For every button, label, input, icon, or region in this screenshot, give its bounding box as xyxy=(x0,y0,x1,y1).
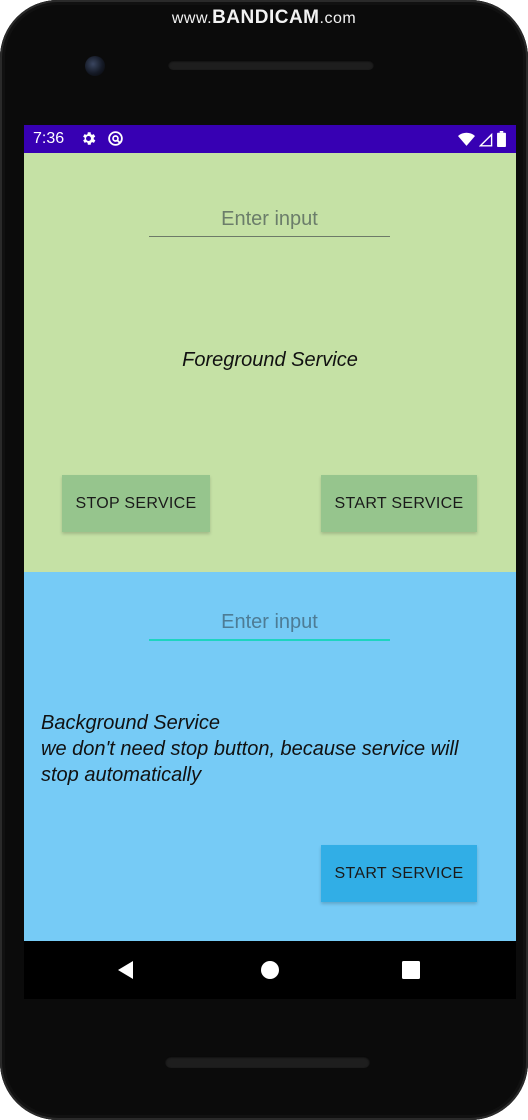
foreground-start-service-button[interactable]: START SERVICE xyxy=(321,475,477,532)
background-start-service-button[interactable]: START SERVICE xyxy=(321,845,477,902)
background-service-caption: Background Service we don't need stop bu… xyxy=(41,710,501,788)
settings-gear-icon xyxy=(80,130,97,152)
home-circle-icon[interactable] xyxy=(258,958,282,982)
bottom-speaker-grille xyxy=(165,1056,370,1068)
watermark-prefix: www. xyxy=(171,10,213,27)
battery-icon xyxy=(497,131,506,152)
front-camera xyxy=(85,56,105,76)
background-caption-title: Background Service xyxy=(41,712,220,734)
stop-service-button[interactable]: STOP SERVICE xyxy=(62,475,210,532)
wifi-icon xyxy=(458,132,475,152)
status-bar: 7:36 xyxy=(24,125,516,153)
background-input-field[interactable] xyxy=(149,605,390,641)
recents-square-icon[interactable] xyxy=(399,958,423,982)
foreground-service-caption: Foreground Service xyxy=(182,349,358,371)
sync-icon xyxy=(107,130,124,152)
phone-frame: www.BANDICAM.com 7:36 Enter input Foregr… xyxy=(0,0,528,1120)
foreground-input-field[interactable] xyxy=(149,202,390,237)
signal-icon xyxy=(478,132,493,152)
navigation-bar xyxy=(24,941,516,999)
earpiece-speaker xyxy=(168,60,374,70)
watermark-suffix: .com xyxy=(319,10,357,27)
phone-screen: 7:36 Enter input Foreground Service STOP… xyxy=(24,125,516,999)
background-caption-note: we don't need stop button, because servi… xyxy=(41,738,459,786)
bandicam-watermark: www.BANDICAM.com xyxy=(0,7,528,29)
back-triangle-icon[interactable] xyxy=(114,958,138,982)
background-service-panel: Background Service we don't need stop bu… xyxy=(24,572,516,941)
watermark-brand: BANDICAM xyxy=(212,7,320,28)
foreground-service-panel: Foreground Service STOP SERVICE START SE… xyxy=(24,153,516,572)
status-time: 7:36 xyxy=(33,130,65,147)
